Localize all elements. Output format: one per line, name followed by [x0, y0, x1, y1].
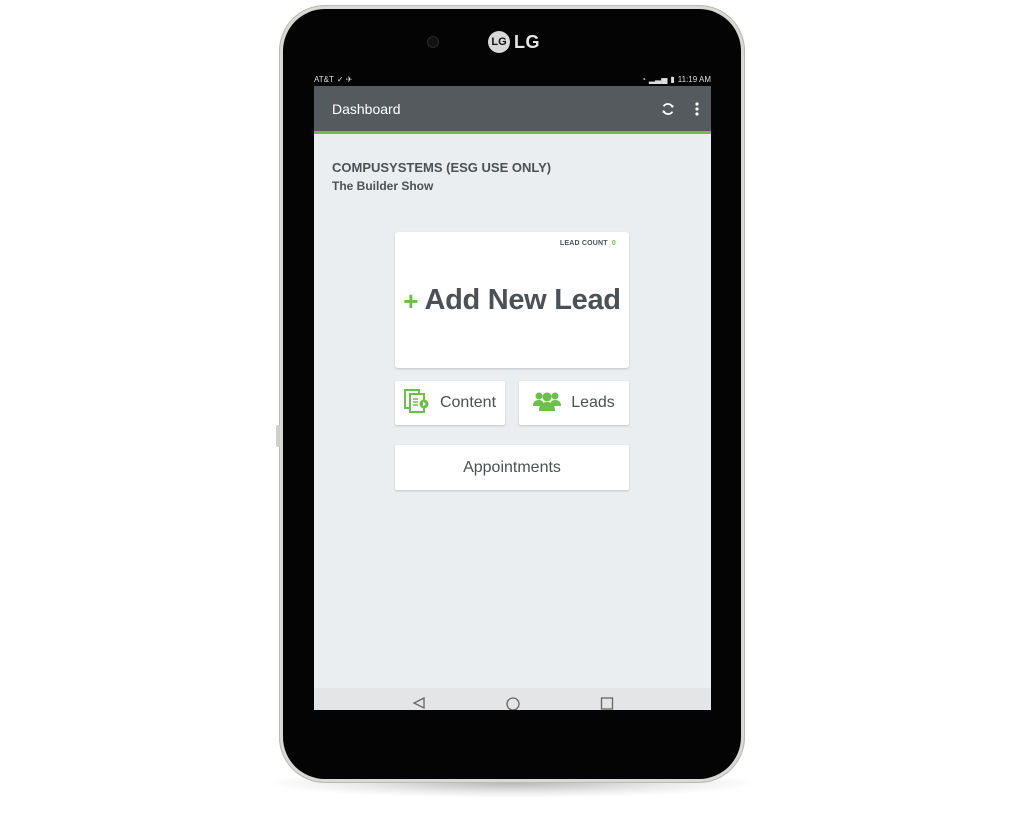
users-icon	[533, 390, 562, 417]
lead-count-label: LEAD COUNT	[559, 240, 608, 247]
content-icon	[403, 388, 430, 418]
add-new-lead-label: Add New Lead	[424, 284, 621, 316]
back-icon[interactable]	[411, 696, 427, 710]
app-screen: Dashboard COMPUSYSTEMS (ESG USE ONLY) Th…	[314, 86, 711, 710]
signal-icon: ▂▃▅	[648, 74, 668, 84]
leads-label: Leads	[571, 394, 615, 411]
clock-label: 11:19 AM	[677, 74, 711, 84]
appointments-button[interactable]: Appointments	[395, 445, 629, 490]
event-name: The Builder Show	[332, 179, 434, 193]
battery-icon: ▮	[670, 74, 675, 84]
page-title: Dashboard	[332, 100, 401, 117]
carrier-label: AT&T	[314, 74, 334, 84]
more-vert-icon[interactable]	[695, 101, 699, 116]
content-button[interactable]: Content	[395, 381, 505, 425]
lead-count: LEAD COUNT 0	[560, 240, 616, 247]
appointments-label: Appointments	[463, 458, 561, 476]
side-button	[276, 425, 280, 447]
wifi-icon: ◔	[641, 74, 646, 84]
refresh-icon[interactable]	[661, 102, 675, 116]
org-name: COMPUSYSTEMS (ESG USE ONLY)	[332, 160, 552, 175]
org-header: COMPUSYSTEMS (ESG USE ONLY) The Builder …	[314, 134, 711, 193]
lead-count-value: 0	[611, 240, 616, 247]
device-logo: LG LG	[488, 30, 540, 54]
home-icon[interactable]	[505, 696, 521, 710]
leads-button[interactable]: Leads	[519, 381, 629, 425]
notification-icon: ✓ ✈	[336, 74, 353, 84]
content-label: Content	[439, 394, 497, 411]
system-nav-bar	[314, 688, 711, 710]
brand-label: LG	[514, 31, 540, 52]
add-new-lead-button[interactable]: LEAD COUNT 0 + Add New Lead	[395, 232, 629, 368]
front-camera	[428, 37, 438, 47]
app-bar: Dashboard	[314, 86, 711, 134]
recents-icon[interactable]	[599, 696, 615, 710]
plus-icon: +	[403, 285, 419, 316]
status-bar: AT&T ✓ ✈ ◔ ▂▃▅ ▮ 11:19 AM	[314, 72, 711, 86]
lg-logo-icon: LG	[488, 31, 510, 53]
